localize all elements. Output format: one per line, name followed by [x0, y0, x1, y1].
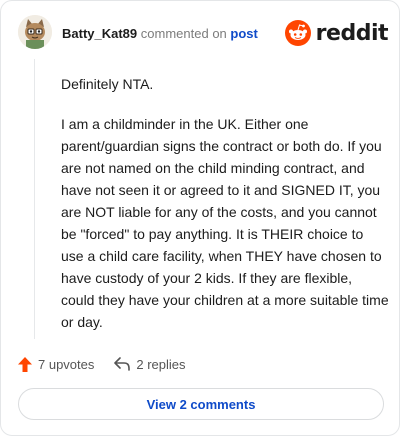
commented-on-text: commented on: [140, 26, 227, 41]
username[interactable]: Batty_Kat89: [62, 26, 137, 41]
cat-avatar-icon: [18, 15, 52, 49]
upvote-arrow-icon: [18, 356, 32, 372]
replies-button[interactable]: 2 replies: [114, 356, 186, 372]
view-comments-button[interactable]: View 2 comments: [18, 388, 384, 420]
comment-card: Batty_Kat89 commented on post reddit Def…: [0, 0, 400, 436]
reply-count: 2 replies: [136, 356, 186, 372]
comment-meta: Batty_Kat89 commented on post: [62, 26, 258, 42]
reply-arrow-icon: [114, 357, 131, 371]
upvote-count: 7 upvotes: [38, 356, 95, 372]
comment-paragraph: I am a childminder in the UK. Either one…: [61, 116, 389, 330]
upvote-button[interactable]: 7 upvotes: [18, 356, 95, 372]
reddit-logo[interactable]: reddit: [284, 19, 389, 47]
reddit-wordmark: reddit: [315, 20, 389, 46]
thread-line: [34, 59, 35, 339]
post-link[interactable]: post: [230, 26, 257, 41]
comment-header: Batty_Kat89 commented on post reddit: [18, 15, 389, 55]
comment-body: Definitely NTA. I am a childminder in th…: [61, 73, 389, 351]
comment-paragraph: Definitely NTA.: [61, 76, 154, 92]
avatar[interactable]: [18, 15, 52, 49]
comment-actions: 7 upvotes 2 replies: [18, 353, 206, 375]
reddit-snoo-icon: [284, 20, 311, 46]
